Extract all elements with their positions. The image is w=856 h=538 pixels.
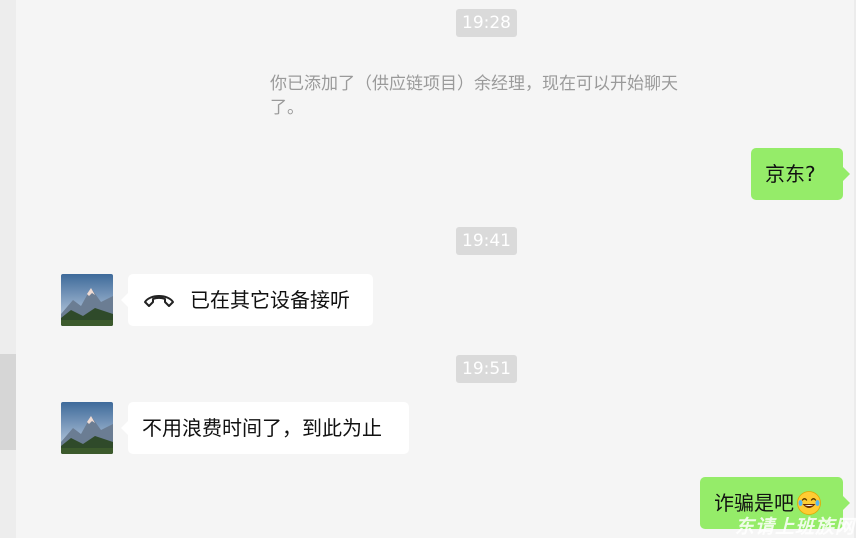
message-text: 已在其它设备接听 — [190, 288, 350, 312]
phone-hangup-icon — [144, 294, 174, 307]
timestamp: 19:41 — [456, 227, 517, 255]
left-panel-edge — [0, 0, 16, 538]
message-text: 京东? — [765, 162, 816, 186]
timestamp: 19:28 — [456, 9, 517, 37]
watermark-text: 东请上班族网 — [735, 516, 856, 538]
incoming-message-bubble[interactable]: 不用浪费时间了，到此为止 — [121, 402, 409, 454]
scrollbar-thumb[interactable] — [0, 354, 16, 450]
message-text: 不用浪费时间了，到此为止 — [142, 416, 382, 440]
timestamp: 19:51 — [456, 355, 517, 383]
contact-avatar[interactable] — [61, 274, 113, 326]
chat-window: 19:28 你已添加了（供应链项目）余经理，现在可以开始聊天了。 京东? 19:… — [0, 0, 856, 538]
system-message: 你已添加了（供应链项目）余经理，现在可以开始聊天了。 — [270, 74, 678, 118]
incoming-call-record-bubble[interactable]: 已在其它设备接听 — [121, 274, 373, 326]
contact-avatar[interactable] — [61, 402, 113, 454]
outgoing-message-bubble[interactable]: 京东? — [751, 148, 850, 200]
mountain-avatar-icon — [61, 402, 113, 454]
mountain-avatar-icon — [61, 274, 113, 326]
